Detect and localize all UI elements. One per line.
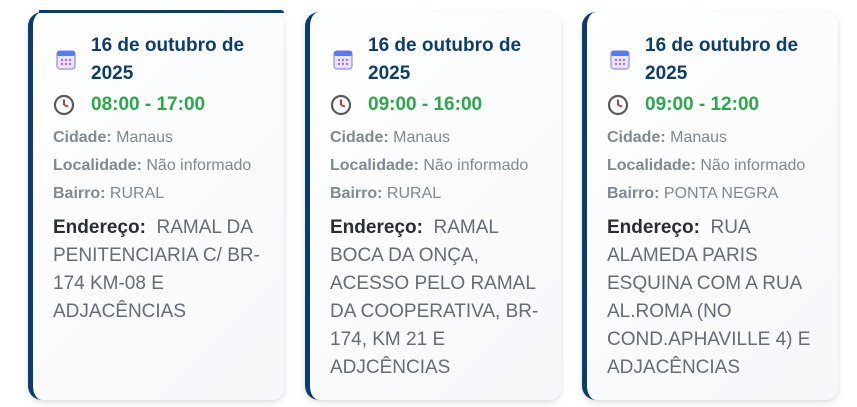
bairro-value: PONTA NEGRA <box>663 185 779 202</box>
card-time: 09:00 - 16:00 <box>368 94 483 115</box>
bairro-line: Bairro: PONTA NEGRA <box>607 180 822 208</box>
cidade-label: Cidade: <box>330 129 389 146</box>
cidade-value: Manaus <box>116 129 174 146</box>
endereco-label: Endereço: <box>330 217 423 238</box>
bairro-value: RURAL <box>386 185 442 202</box>
endereco-label: Endereço: <box>53 217 146 238</box>
clock-icon <box>53 94 75 116</box>
outage-card: 16 de outubro de 2025 08:00 - 17:00 Cida… <box>28 10 284 400</box>
bairro-label: Bairro: <box>607 185 660 202</box>
calendar-icon <box>56 50 76 70</box>
endereco-value: RAMAL BOCA DA ONÇA, ACESSO PELO RAMAL DA… <box>330 217 539 378</box>
cidade-value: Manaus <box>670 129 728 146</box>
calendar-icon <box>610 50 630 70</box>
bairro-line: Bairro: RURAL <box>53 180 268 208</box>
cidade-label: Cidade: <box>607 129 666 146</box>
bairro-label: Bairro: <box>53 185 106 202</box>
bairro-line: Bairro: RURAL <box>330 180 545 208</box>
cidade-line: Cidade: Manaus <box>330 124 545 152</box>
clock-icon <box>330 94 352 116</box>
calendar-icon <box>333 50 353 70</box>
card-top-accent <box>39 10 284 13</box>
card-date: 16 de outubro de 2025 <box>645 35 799 84</box>
card-time: 09:00 - 12:00 <box>645 94 760 115</box>
localidade-label: Localidade: <box>53 157 142 174</box>
endereco-line: Endereço: RUA ALAMEDA PARIS ESQUINA COM … <box>607 214 822 382</box>
card-date: 16 de outubro de 2025 <box>91 35 245 84</box>
outage-card: 16 de outubro de 2025 09:00 - 12:00 Cida… <box>582 12 838 400</box>
clock-icon <box>607 94 629 116</box>
outage-card: 16 de outubro de 2025 09:00 - 16:00 Cida… <box>305 12 561 400</box>
cidade-label: Cidade: <box>53 129 112 146</box>
localidade-line: Localidade: Não informado <box>330 152 545 180</box>
bairro-value: RURAL <box>109 185 165 202</box>
endereco-line: Endereço: RAMAL DA PENITENCIARIA C/ BR-1… <box>53 214 268 326</box>
endereco-label: Endereço: <box>607 217 700 238</box>
endereco-value: RUA ALAMEDA PARIS ESQUINA COM A RUA AL.R… <box>607 217 811 378</box>
localidade-value: Não informado <box>423 157 529 174</box>
cidade-line: Cidade: Manaus <box>607 124 822 152</box>
cidade-line: Cidade: Manaus <box>53 124 268 152</box>
localidade-value: Não informado <box>146 157 252 174</box>
localidade-label: Localidade: <box>330 157 419 174</box>
card-date: 16 de outubro de 2025 <box>368 35 522 84</box>
localidade-value: Não informado <box>700 157 806 174</box>
endereco-line: Endereço: RAMAL BOCA DA ONÇA, ACESSO PEL… <box>330 214 545 382</box>
localidade-label: Localidade: <box>607 157 696 174</box>
localidade-line: Localidade: Não informado <box>53 152 268 180</box>
cidade-value: Manaus <box>393 129 451 146</box>
bairro-label: Bairro: <box>330 185 383 202</box>
localidade-line: Localidade: Não informado <box>607 152 822 180</box>
card-time: 08:00 - 17:00 <box>91 94 206 115</box>
